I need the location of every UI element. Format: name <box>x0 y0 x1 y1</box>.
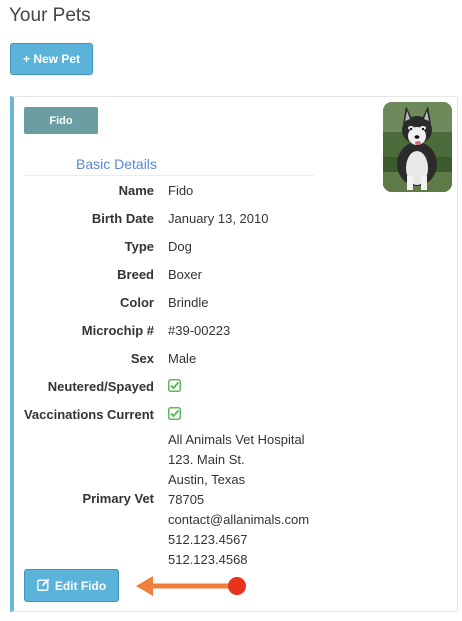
detail-row-color: Color Brindle <box>14 295 454 315</box>
husky-photo-icon <box>383 102 452 192</box>
detail-row-birth-date: Birth Date January 13, 2010 <box>14 211 454 231</box>
detail-label: Vaccinations Current <box>23 407 154 422</box>
detail-row-neutered: Neutered/Spayed <box>14 379 454 399</box>
annotation-arrow-icon <box>136 576 246 596</box>
section-title-basic-details: Basic Details <box>76 156 157 172</box>
detail-label: Breed <box>117 267 154 282</box>
vet-line: All Animals Vet Hospital <box>168 432 305 447</box>
detail-value: Dog <box>168 239 192 254</box>
new-pet-button[interactable]: + New Pet <box>10 43 93 75</box>
detail-value: Male <box>168 351 197 366</box>
page-title: Your Pets <box>9 5 91 26</box>
pet-name-tab[interactable]: Fido <box>24 107 98 134</box>
vet-line: Austin, Texas <box>168 472 246 487</box>
vet-line: 512.123.4568 <box>168 552 248 567</box>
primary-vet-address: All Animals Vet Hospital 123. Main St. A… <box>168 430 309 570</box>
vet-line: 123. Main St. <box>168 452 245 467</box>
detail-label: Neutered/Spayed <box>47 379 154 394</box>
detail-label: Birth Date <box>91 211 154 226</box>
detail-label: Primary Vet <box>82 491 154 506</box>
detail-row-breed: Breed Boxer <box>14 267 454 287</box>
detail-label: Sex <box>130 351 154 366</box>
pet-photo <box>383 102 452 192</box>
detail-label: Color <box>120 295 154 310</box>
detail-value: Fido <box>168 183 194 198</box>
detail-row-vaccinations: Vaccinations Current <box>14 407 454 427</box>
detail-row-sex: Sex Male <box>14 351 454 371</box>
vet-line: 78705 <box>168 492 205 507</box>
detail-row-name: Name Fido <box>14 183 454 203</box>
detail-row-microchip: Microchip # #39-00223 <box>14 323 454 343</box>
checkbox-checked-icon <box>168 407 181 423</box>
detail-value: #39-00223 <box>168 323 231 338</box>
vet-line: contact@allanimals.com <box>168 512 310 527</box>
detail-value: Boxer <box>168 267 202 282</box>
section-divider <box>24 175 314 176</box>
detail-label: Name <box>118 183 154 198</box>
detail-value: Brindle <box>168 295 209 310</box>
detail-row-type: Type Dog <box>14 239 454 259</box>
edit-button-label: Edit Fido <box>54 578 107 593</box>
detail-label: Microchip # <box>81 323 154 338</box>
checkbox-checked-icon <box>168 379 181 395</box>
vet-line: 512.123.4567 <box>168 532 248 547</box>
detail-value: January 13, 2010 <box>168 211 269 226</box>
edit-icon <box>36 578 50 594</box>
edit-pet-button[interactable]: Edit Fido <box>24 569 119 602</box>
detail-label: Type <box>124 239 154 254</box>
pet-card: Fido Basic Details Name Fido Birth Date … <box>10 96 458 612</box>
